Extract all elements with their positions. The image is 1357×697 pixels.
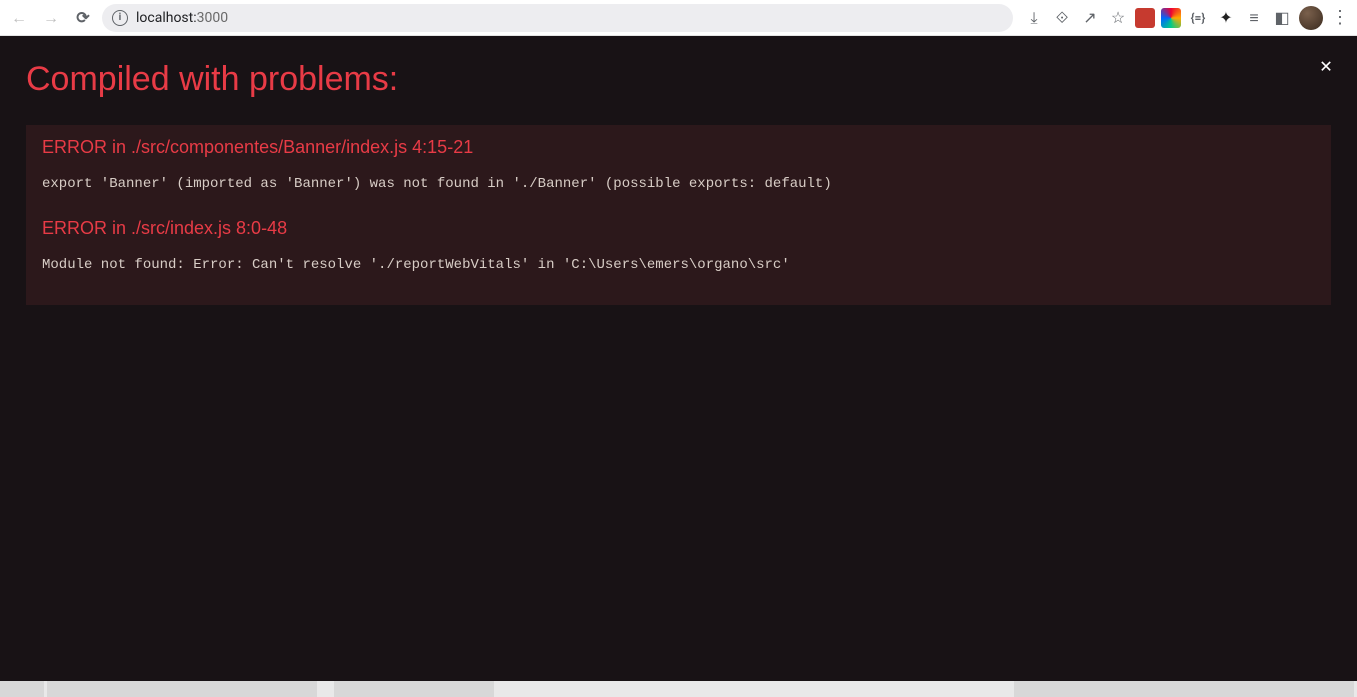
url-port: 3000 [197,10,228,26]
overlay-heading: Compiled with problems: [26,60,1357,99]
back-button[interactable]: ← [6,5,32,31]
share-icon[interactable]: ↗ [1079,7,1101,29]
extension-color-icon[interactable] [1161,8,1181,28]
extensions-puzzle-icon[interactable]: ✦ [1215,7,1237,29]
reading-list-icon[interactable]: ≡ [1243,7,1265,29]
browser-toolbar: ← → ⟳ i localhost:3000 ⤓ ⟐ ↗ ☆ {=} ✦ ≡ ◧… [0,0,1357,36]
back-icon: ← [11,8,27,28]
extension-braces-icon[interactable]: {=} [1187,7,1209,29]
toolbar-actions: ⤓ ⟐ ↗ ☆ {=} ✦ ≡ ◧ ⋮ [1019,6,1351,30]
chrome-menu-icon[interactable]: ⋮ [1329,7,1351,29]
translate-icon[interactable]: ⟐ [1051,7,1073,29]
address-bar[interactable]: i localhost:3000 [102,4,1013,32]
os-taskbar [0,681,1357,697]
error-block: ERROR in ./src/componentes/Banner/index.… [42,137,1315,192]
forward-button[interactable]: → [38,5,64,31]
url-text: localhost:3000 [136,10,228,26]
extension-red-icon[interactable] [1135,8,1155,28]
error-block: ERROR in ./src/index.js 8:0-48 Module no… [42,218,1315,273]
side-panel-icon[interactable]: ◧ [1271,7,1293,29]
close-icon: ✕ [1320,53,1332,77]
bookmark-star-icon[interactable]: ☆ [1107,7,1129,29]
error-message: export 'Banner' (imported as 'Banner') w… [42,176,1315,192]
error-title: ERROR in ./src/index.js 8:0-48 [42,218,1315,239]
close-overlay-button[interactable]: ✕ [1315,54,1337,76]
error-title: ERROR in ./src/componentes/Banner/index.… [42,137,1315,158]
error-message: Module not found: Error: Can't resolve '… [42,257,1315,273]
profile-avatar[interactable] [1299,6,1323,30]
reload-button[interactable]: ⟳ [70,5,96,31]
install-app-icon[interactable]: ⤓ [1023,7,1045,29]
forward-icon: → [43,8,59,28]
webpack-error-overlay: ✕ Compiled with problems: ERROR in ./src… [0,36,1357,681]
error-list: ERROR in ./src/componentes/Banner/index.… [26,125,1331,305]
site-info-icon[interactable]: i [112,10,128,26]
reload-icon: ⟳ [76,8,89,27]
url-host: localhost: [136,10,197,26]
